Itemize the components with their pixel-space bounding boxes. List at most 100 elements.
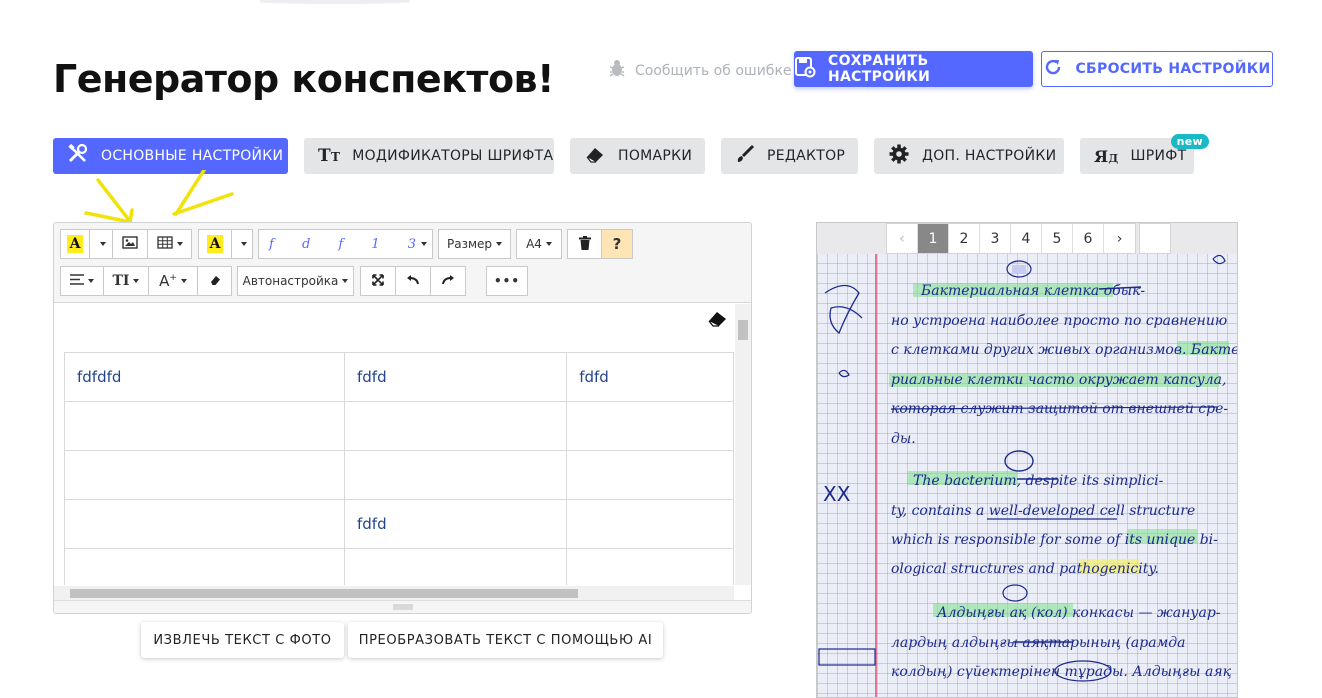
flag-mark (1004, 450, 1034, 472)
help-button[interactable]: ? (601, 229, 633, 259)
undo-icon (406, 274, 420, 288)
refresh-icon (1043, 57, 1063, 81)
tab-extra-settings[interactable]: ДОП. НАСТРОЙКИ (874, 138, 1064, 174)
delete-button[interactable] (567, 229, 602, 259)
size-label: Размер (446, 237, 493, 251)
table-cell[interactable]: fdfd (343, 352, 568, 402)
tab-basic-settings[interactable]: ОСНОВНЫЕ НАСТРОЙКИ (53, 138, 288, 174)
table-cell[interactable] (566, 548, 734, 585)
line-height-icon: TI (112, 273, 130, 289)
ai-transform-button[interactable]: ПРЕОБРАЗОВАТЬ ТЕКСТ С ПОМОЩЬЮ AI (348, 622, 663, 658)
chevron-down-icon (241, 242, 247, 246)
reset-settings-button[interactable]: СБРОСИТЬ НАСТРОЙКИ (1041, 51, 1273, 87)
tab-label: ПОМАРКИ (618, 148, 693, 164)
insert-image-button[interactable] (112, 229, 148, 259)
font-grow-icon: A+ (159, 272, 177, 290)
text-editor: A A f d f 1 3 Размер A4 ? TI A+ Автонаст… (53, 222, 752, 614)
table-cell[interactable] (566, 499, 734, 549)
insert-table-button[interactable] (147, 229, 192, 259)
text-color-button[interactable]: A (60, 229, 90, 259)
margin-doodle (818, 648, 876, 666)
chevron-down-icon (176, 242, 183, 246)
margin-doodle (838, 369, 850, 378)
table-row: fdfd (64, 499, 734, 549)
more-button[interactable]: ••• (486, 266, 528, 296)
handwriting-line: с клетками других живых организмов. Бакт… (891, 342, 1238, 358)
scrollbar-thumb[interactable] (70, 589, 578, 598)
editor-content[interactable]: fdfdfd fdfd fdfd fdfd (54, 304, 734, 585)
vertical-scrollbar[interactable] (735, 304, 751, 585)
editor-toolbar: A A f d f 1 3 Размер A4 ? TI A+ Автонаст… (54, 223, 751, 303)
eraser-tool-icon[interactable] (707, 310, 729, 332)
tab-font[interactable]: ЯД ШРИФТ new (1080, 134, 1209, 174)
save-settings-button[interactable]: СОХРАНИТЬ НАСТРОЙКИ (794, 51, 1033, 87)
text-color-dropdown[interactable] (89, 229, 113, 259)
chevron-down-icon (133, 279, 140, 283)
handwriting-line: ty, contains a well-developed cell struc… (891, 503, 1195, 519)
autoadjust-dropdown[interactable]: Автонастройка (237, 266, 354, 296)
size-dropdown[interactable]: Размер (438, 229, 511, 259)
table-cell[interactable]: fdfd (343, 499, 568, 549)
table-row (64, 401, 734, 451)
table-cell[interactable] (343, 548, 568, 585)
paper-label: A4 (526, 237, 542, 251)
margin-doodle (824, 284, 863, 335)
resize-handle[interactable] (54, 600, 751, 613)
undo-button[interactable] (395, 266, 431, 296)
reset-settings-label: СБРОСИТЬ НАСТРОЙКИ (1075, 61, 1271, 77)
handwriting-line: Алдыңғы ақ (кол) конкасы — жануар- (936, 605, 1221, 621)
font-select[interactable]: f d f 1 3 (258, 229, 433, 259)
tab-label: ОСНОВНЫЕ НАСТРОЙКИ (101, 148, 284, 164)
chevron-down-icon (496, 242, 503, 246)
table-cell[interactable] (566, 401, 734, 451)
highlight-color-dropdown[interactable] (231, 229, 253, 259)
report-bug-link[interactable]: Сообщить об ошибке (607, 59, 792, 83)
table-cell[interactable] (343, 401, 568, 451)
font-size-dropdown[interactable]: A+ (148, 266, 198, 296)
handwriting-line: which is responsible for some of its uni… (891, 532, 1218, 548)
horizontal-scrollbar[interactable] (54, 586, 734, 600)
clear-format-button[interactable] (197, 266, 232, 296)
tab-label: ШРИФТ (1130, 148, 1187, 164)
line-height-dropdown[interactable]: TI (103, 266, 149, 296)
tab-label: ДОП. НАСТРОЙКИ (922, 148, 1057, 164)
table-cell[interactable] (64, 450, 345, 500)
chevron-down-icon (100, 242, 106, 246)
content-table[interactable]: fdfdfd fdfd fdfd fdfd (64, 352, 734, 585)
fullscreen-button[interactable] (360, 266, 396, 296)
tab-font-modifiers[interactable]: TT МОДИФИКАТОРЫ ШРИФТА (304, 138, 554, 174)
paper-dropdown[interactable]: A4 (516, 229, 562, 259)
table-cell[interactable] (343, 450, 568, 500)
handwriting-line: но устроена наиболее просто по сравнению (891, 313, 1227, 329)
scrollbar-thumb[interactable] (738, 320, 748, 340)
handwriting-line: ological structures and pathogenicity. (891, 561, 1159, 577)
table-cell[interactable] (64, 499, 345, 549)
table-row: fdfdfd fdfd fdfd (64, 352, 734, 402)
table-cell[interactable]: fdfdfd (64, 352, 345, 402)
extract-text-from-photo-button[interactable]: ИЗВЛЕЧЬ ТЕКСТ С ФОТО (141, 622, 344, 658)
handwriting-line: лардың алдыңғы аяқтарының (арамда (891, 635, 1185, 651)
tab-blots[interactable]: ПОМАРКИ (570, 138, 705, 174)
flag-icon (1012, 265, 1026, 273)
align-dropdown[interactable] (60, 266, 104, 296)
eraser-icon (584, 144, 606, 168)
tab-editor[interactable]: РЕДАКТОР (721, 138, 858, 174)
page: Генератор конспектов! Сообщить об ошибке… (0, 0, 1322, 698)
expand-icon (372, 273, 384, 289)
table-cell[interactable]: fdfd (566, 352, 734, 402)
redo-button[interactable] (430, 266, 466, 296)
save-settings-icon (794, 56, 816, 82)
tab-label: МОДИФИКАТОРЫ ШРИФТА (352, 148, 554, 164)
table-cell[interactable] (64, 401, 345, 451)
trash-icon (578, 235, 591, 253)
table-cell[interactable] (566, 450, 734, 500)
autoadjust-label: Автонастройка (242, 274, 339, 288)
table-cell[interactable] (64, 548, 345, 585)
handwriting-canvas: XX Бактериальная клетка обык- но устроен… (818, 254, 1238, 682)
font-family-icon: ЯД (1094, 146, 1119, 166)
report-bug-label: Сообщить об ошибке (635, 63, 792, 79)
new-badge: new (1170, 134, 1209, 149)
handwriting-line: Бактериальная клетка обык- (920, 283, 1145, 299)
highlight-color-icon: A (207, 235, 223, 253)
highlight-color-button[interactable]: A (198, 229, 232, 259)
